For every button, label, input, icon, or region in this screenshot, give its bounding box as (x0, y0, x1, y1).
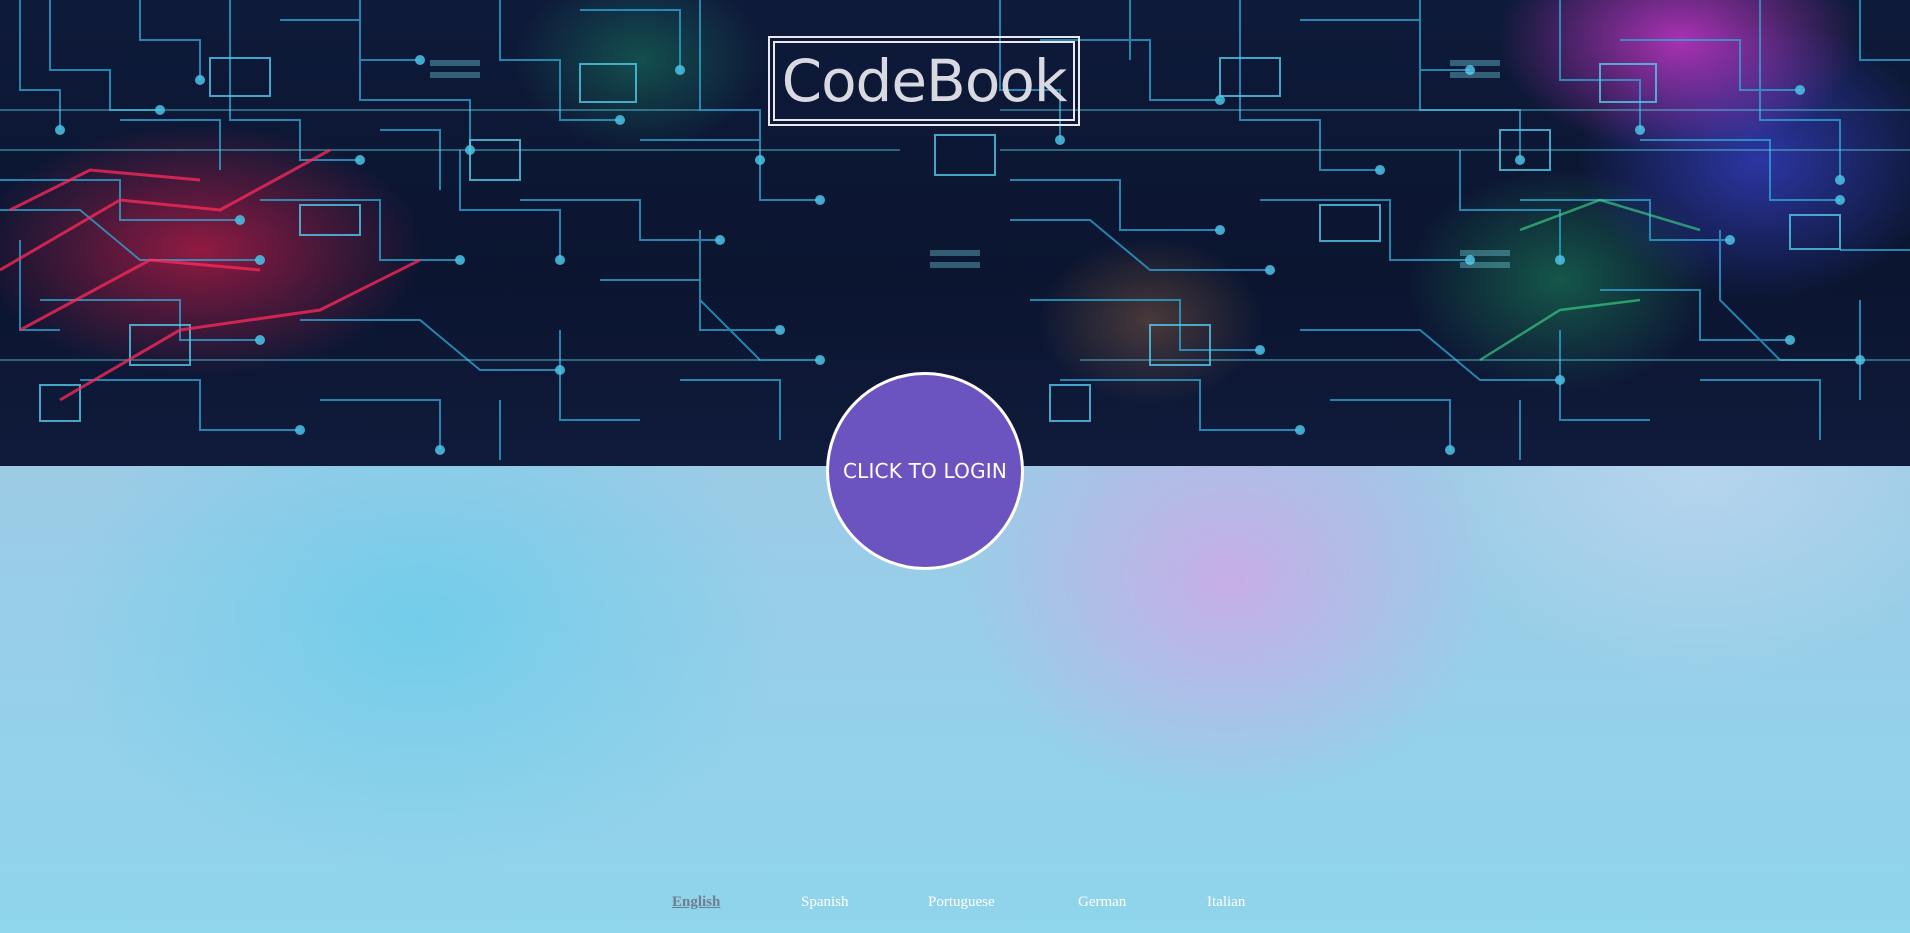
login-button-label: CLICK TO LOGIN (842, 459, 1008, 483)
language-link-spanish[interactable]: Spanish (801, 894, 849, 911)
language-link-german[interactable]: German (1078, 894, 1126, 911)
logo-frame: CodeBook (768, 36, 1080, 126)
login-button[interactable]: CLICK TO LOGIN (826, 372, 1024, 570)
language-selector: English Spanish Portuguese German Italia… (0, 894, 1910, 918)
language-link-italian[interactable]: Italian (1207, 894, 1245, 911)
language-link-english[interactable]: English (672, 894, 720, 911)
logo-inner-frame: CodeBook (773, 41, 1075, 121)
language-link-portuguese[interactable]: Portuguese (928, 894, 995, 911)
app-logo-title: CodeBook (781, 47, 1068, 115)
